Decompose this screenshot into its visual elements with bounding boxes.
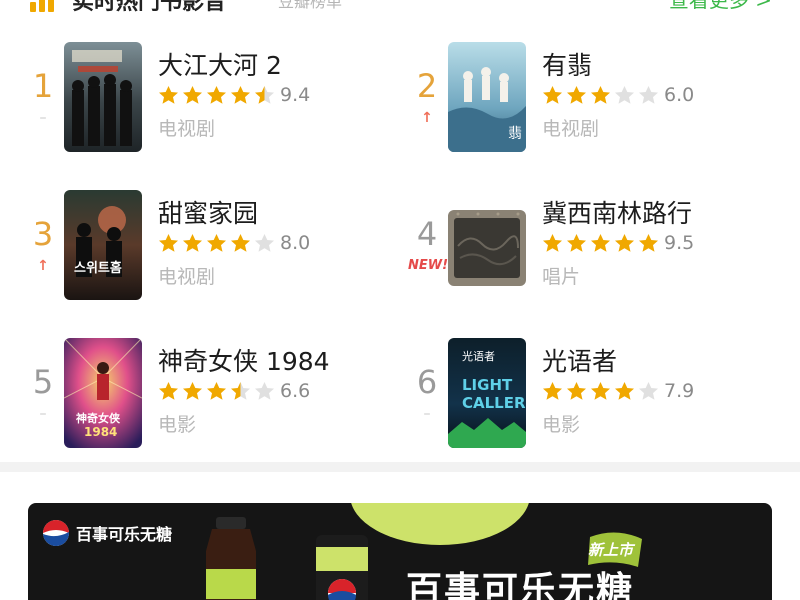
star-filled-icon bbox=[566, 233, 587, 253]
star-filled-icon bbox=[614, 233, 635, 253]
star-filled-icon bbox=[542, 233, 563, 253]
star-filled-icon bbox=[590, 381, 611, 401]
trend-indicator: – bbox=[39, 110, 47, 126]
product-image bbox=[198, 507, 388, 600]
rank-number: 4 bbox=[416, 215, 438, 253]
star-filled-icon bbox=[206, 381, 227, 401]
svg-text:LIGHT: LIGHT bbox=[462, 376, 513, 394]
new-launch-label: 新上市 bbox=[588, 541, 634, 559]
star-filled-icon bbox=[206, 85, 227, 105]
rating-score: 6.0 bbox=[664, 84, 695, 106]
star-filled-icon bbox=[158, 233, 179, 253]
item-title[interactable]: 有翡 bbox=[542, 46, 592, 82]
item-title[interactable]: 甜蜜家园 bbox=[158, 194, 258, 230]
section-title: 实时热门书影音 bbox=[72, 0, 227, 15]
item-category: 电影 bbox=[542, 414, 581, 436]
pepsi-globe-icon bbox=[43, 520, 70, 547]
star-rating bbox=[542, 380, 662, 402]
ad-banner[interactable]: 百事可乐无糖 新上市 百事可乐无糖 bbox=[28, 503, 772, 600]
star-rating bbox=[542, 84, 662, 106]
douban-ranking-page: 实时热门书影音 豆瓣榜单 查看更多 > 1 – 大江大河 2 9.4 电视剧 2… bbox=[0, 0, 800, 600]
ranking-item-1[interactable]: 1 – 大江大河 2 9.4 电视剧 bbox=[28, 42, 408, 152]
trend-indicator: – bbox=[39, 406, 47, 422]
star-filled-icon bbox=[182, 85, 203, 105]
ranking-item-6[interactable]: 6 – 光语者 LIGHT CALLER 光语者 7.9 电影 bbox=[412, 338, 792, 448]
rating-score: 8.0 bbox=[280, 232, 311, 254]
star-rating bbox=[158, 84, 278, 106]
svg-text:神奇女侠: 神奇女侠 bbox=[76, 411, 121, 425]
rank-number: 5 bbox=[32, 363, 54, 401]
star-empty-icon bbox=[254, 381, 275, 401]
star-filled-icon bbox=[542, 85, 563, 105]
trend-up-icon: ↑ bbox=[37, 258, 49, 274]
poster-image[interactable] bbox=[64, 42, 142, 152]
star-filled-icon bbox=[230, 233, 251, 253]
rating-score: 6.6 bbox=[280, 380, 311, 402]
ranking-item-4[interactable]: 4 NEW! 冀西南林路行 9.5 唱片 bbox=[408, 190, 792, 300]
star-rating bbox=[158, 232, 278, 254]
star-empty-icon bbox=[614, 85, 635, 105]
svg-text:스위트홈: 스위트홈 bbox=[74, 260, 122, 276]
star-filled-icon bbox=[230, 85, 251, 105]
poster-image[interactable]: 神奇女侠 1984 bbox=[64, 338, 142, 448]
star-half-icon bbox=[230, 381, 251, 401]
poster-image[interactable]: 光语者 LIGHT CALLER bbox=[448, 338, 526, 448]
svg-text:光语者: 光语者 bbox=[462, 349, 495, 363]
star-empty-icon bbox=[638, 381, 659, 401]
item-title[interactable]: 冀西南林路行 bbox=[542, 194, 692, 230]
star-filled-icon bbox=[158, 85, 179, 105]
view-more-link[interactable]: 查看更多 > bbox=[669, 0, 772, 13]
star-filled-icon bbox=[566, 85, 587, 105]
star-rating bbox=[158, 380, 278, 402]
rank-number: 1 bbox=[32, 67, 54, 105]
item-title[interactable]: 光语者 bbox=[542, 342, 617, 378]
star-filled-icon bbox=[590, 233, 611, 253]
ranking-item-5[interactable]: 5 – 神奇女侠 1984 神奇女侠 1984 6.6 电影 bbox=[28, 338, 408, 448]
poster-image[interactable]: 스위트홈 bbox=[64, 190, 142, 300]
bar-chart-icon bbox=[30, 0, 56, 12]
item-category: 电视剧 bbox=[158, 266, 216, 288]
star-filled-icon bbox=[542, 381, 563, 401]
brand-logo: 百事可乐无糖 bbox=[42, 519, 172, 547]
rank-number: 6 bbox=[416, 363, 438, 401]
svg-text:CALLER: CALLER bbox=[462, 394, 526, 412]
star-empty-icon bbox=[254, 233, 275, 253]
rating-score: 9.5 bbox=[664, 232, 695, 254]
star-filled-icon bbox=[566, 381, 587, 401]
item-category: 电视剧 bbox=[158, 118, 216, 140]
trend-up-icon: ↑ bbox=[421, 110, 433, 126]
star-filled-icon bbox=[206, 233, 227, 253]
section-divider bbox=[0, 462, 800, 472]
star-filled-icon bbox=[614, 381, 635, 401]
svg-text:1984: 1984 bbox=[84, 425, 117, 439]
rank-number: 2 bbox=[416, 67, 438, 105]
star-filled-icon bbox=[590, 85, 611, 105]
star-filled-icon bbox=[638, 233, 659, 253]
ranking-item-3[interactable]: 3 ↑ 스위트홈 甜蜜家园 8.0 电视剧 bbox=[28, 190, 408, 300]
album-cover[interactable] bbox=[448, 210, 526, 286]
star-filled-icon bbox=[158, 381, 179, 401]
star-empty-icon bbox=[638, 85, 659, 105]
item-title[interactable]: 神奇女侠 1984 bbox=[158, 342, 330, 378]
star-filled-icon bbox=[182, 233, 203, 253]
star-filled-icon bbox=[182, 381, 203, 401]
ad-headline: 百事可乐无糖 bbox=[406, 570, 635, 600]
svg-text:翡: 翡 bbox=[508, 126, 522, 142]
brand-name: 百事可乐无糖 bbox=[76, 525, 173, 544]
item-category: 唱片 bbox=[542, 266, 581, 288]
item-category: 电影 bbox=[158, 414, 197, 436]
star-rating bbox=[542, 232, 662, 254]
rating-score: 9.4 bbox=[280, 84, 311, 106]
item-title[interactable]: 大江大河 2 bbox=[158, 46, 282, 82]
section-header: 实时热门书影音 豆瓣榜单 查看更多 > bbox=[0, 0, 800, 15]
item-category: 电视剧 bbox=[542, 118, 600, 140]
rating-score: 7.9 bbox=[664, 380, 695, 402]
rank-number: 3 bbox=[32, 215, 54, 253]
ranking-item-2[interactable]: 2 ↑ 翡 有翡 6.0 电视剧 bbox=[412, 42, 792, 152]
section-subtitle: 豆瓣榜单 bbox=[278, 0, 343, 11]
poster-image[interactable]: 翡 bbox=[448, 42, 526, 152]
star-half-icon bbox=[254, 85, 275, 105]
trend-indicator: – bbox=[423, 406, 431, 422]
